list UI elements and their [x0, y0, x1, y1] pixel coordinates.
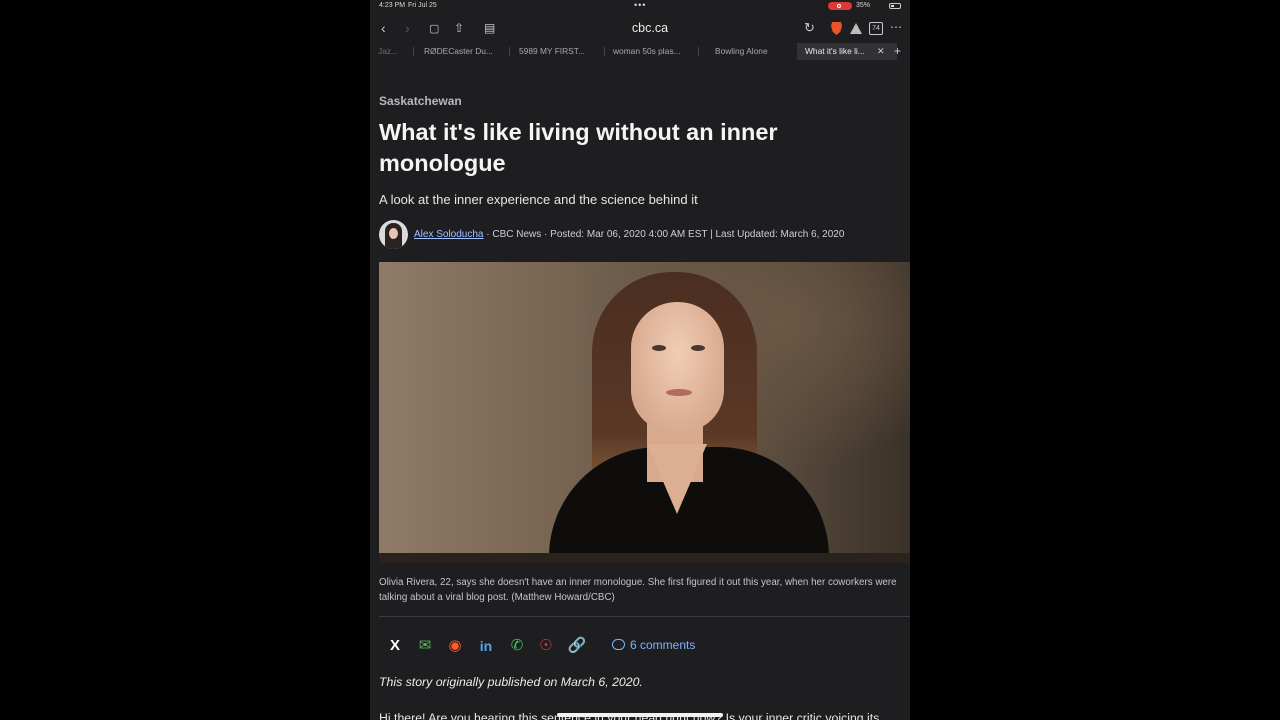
linkedin-share-icon[interactable]: in	[476, 636, 496, 656]
tab-item[interactable]: 5989 MY FIRST...	[519, 43, 603, 60]
tab-item[interactable]: woman 50s plas...	[613, 43, 697, 60]
publish-info: · CBC News · Posted: Mar 06, 2020 4:00 A…	[483, 229, 845, 240]
comments-link[interactable]: 6 comments	[612, 636, 695, 654]
divider	[379, 616, 910, 617]
battery-percent: 35%	[856, 2, 871, 9]
share-bar: X ✉ ◉ in ✆ ☉ 🔗 6 comments	[379, 636, 910, 656]
lead-photo	[379, 262, 910, 563]
tab-item[interactable]: RØDECaster Du...	[424, 43, 508, 60]
new-tab-icon[interactable]: +	[894, 43, 901, 59]
address-bar[interactable]: cbc.ca	[610, 21, 690, 35]
browser-toolbar: ‹ › ▢ ⇧ ▤ cbc.ca ↻ 74 ⋯	[370, 14, 910, 42]
battery-icon	[889, 3, 901, 9]
rewards-icon[interactable]	[850, 23, 862, 34]
status-time: 4:23 PM	[379, 2, 406, 9]
bookmark-icon[interactable]: ▢	[429, 22, 439, 36]
email-share-icon[interactable]: ✉	[415, 636, 435, 656]
article-meta: Alex Soloducha · CBC News · Posted: Mar …	[414, 229, 844, 240]
tab-item[interactable]: Jaz...	[378, 43, 406, 60]
status-bar: 4:23 PM Fri Jul 25 ••• 35%	[370, 0, 910, 13]
byline: Alex Soloducha · CBC News · Posted: Mar …	[379, 220, 909, 250]
article-headline: What it's like living without an inner m…	[379, 119, 778, 176]
reader-mode-icon[interactable]: ▤	[484, 21, 495, 35]
copy-link-icon[interactable]: 🔗	[567, 636, 587, 656]
forward-icon[interactable]: ›	[405, 21, 410, 35]
article-subtitle: A look at the inner experience and the s…	[379, 192, 698, 207]
pinterest-share-icon[interactable]: ☉	[536, 636, 556, 656]
back-icon[interactable]: ‹	[381, 21, 386, 35]
reload-icon[interactable]: ↻	[804, 21, 815, 35]
share-icon[interactable]: ⇧	[454, 21, 464, 35]
brave-shields-icon[interactable]	[831, 22, 842, 35]
comments-count: 6 comments	[630, 638, 696, 652]
x-share-icon[interactable]: X	[385, 636, 405, 656]
browser-window: 4:23 PM Fri Jul 25 ••• 35% ‹ › ▢ ⇧ ▤ cbc…	[370, 0, 910, 720]
reddit-share-icon[interactable]: ◉	[445, 636, 465, 656]
author-avatar[interactable]	[379, 220, 408, 249]
photo-caption: Olivia Rivera, 22, says she doesn't have…	[379, 577, 897, 603]
more-menu-icon[interactable]: ⋯	[890, 20, 902, 34]
comment-icon	[612, 639, 625, 650]
home-indicator[interactable]	[557, 713, 723, 717]
multitasking-dots-icon[interactable]: •••	[634, 1, 646, 10]
author-link[interactable]: Alex Soloducha	[414, 229, 484, 240]
tab-strip: Jaz... RØDECaster Du... 5989 MY FIRST...…	[370, 43, 910, 60]
tab-item[interactable]: Bowling Alone	[715, 43, 799, 60]
section-label[interactable]: Saskatchewan	[379, 94, 462, 108]
status-date: Fri Jul 25	[408, 2, 437, 9]
whatsapp-share-icon[interactable]: ✆	[507, 636, 527, 656]
publication-note: This story originally published on March…	[379, 675, 643, 689]
screen-recording-icon	[828, 2, 852, 10]
close-tab-icon[interactable]: ✕	[877, 43, 885, 60]
tab-count-button[interactable]: 74	[869, 22, 883, 35]
